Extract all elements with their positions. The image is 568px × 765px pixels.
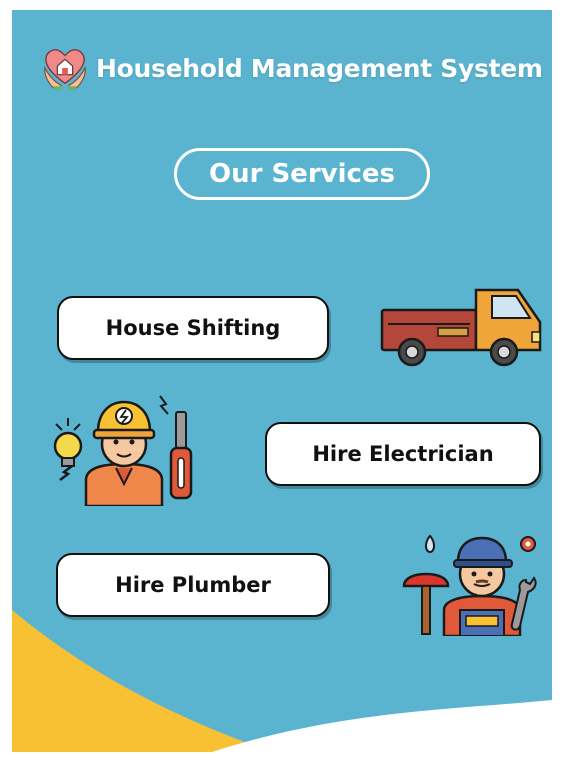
plumber-icon: [402, 534, 537, 636]
section-title: Our Services: [174, 148, 430, 200]
truck-icon: [380, 288, 542, 367]
home-care-hands-icon: [44, 49, 86, 91]
app-title: Household Management System: [96, 53, 543, 83]
hire-electrician-button[interactable]: Hire Electrician: [265, 422, 541, 486]
hire-plumber-button[interactable]: Hire Plumber: [56, 553, 330, 617]
electrician-icon: [53, 395, 193, 506]
app-header: Household Management System: [42, 44, 543, 92]
house-shifting-button[interactable]: House Shifting: [57, 296, 329, 360]
app-screen: Household Management System Our Services…: [12, 10, 552, 752]
decorative-wave: [12, 610, 552, 752]
